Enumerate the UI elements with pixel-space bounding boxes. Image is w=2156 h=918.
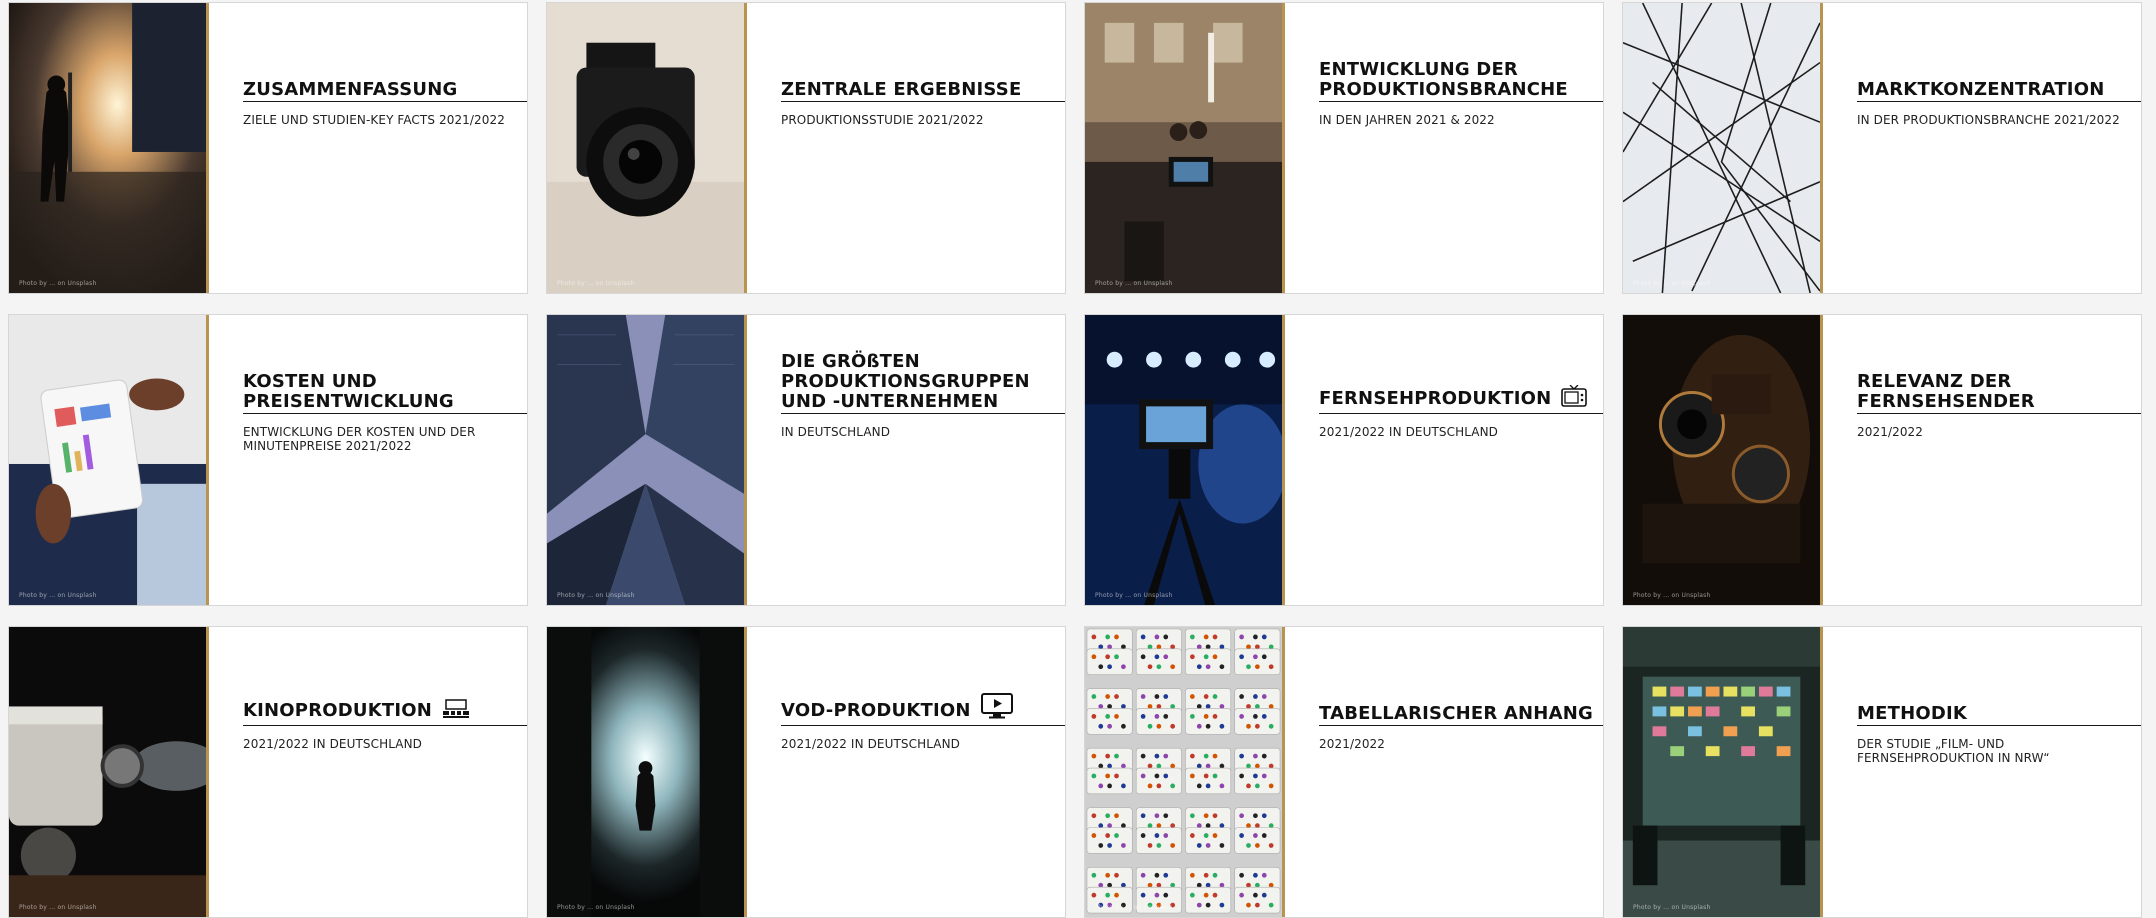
photo-credit: Photo by ... on Unsplash <box>1095 904 1173 911</box>
photo-credit: Photo by ... on Unsplash <box>557 904 635 911</box>
title-underline: ZUSAMMENFASSUNG <box>243 80 527 102</box>
title-underline: KINOPRODUKTION <box>243 699 527 726</box>
card-subtitle: PRODUKTIONSSTUDIE 2021/2022 <box>781 113 984 127</box>
photo-film-set: Photo by ... on Unsplash <box>1085 3 1285 293</box>
card-tabellarischer-anhang[interactable]: Photo by ... on Unsplash TABELLARISCHER … <box>1084 626 1604 918</box>
title-underline: ZENTRALE ERGEBNISSE <box>781 80 1065 102</box>
title-underline: ENTWICKLUNG DER PRODUKTIONSBRANCHE <box>1319 60 1603 102</box>
photo-credit: Photo by ... on Unsplash <box>19 280 97 287</box>
card-text: METHODIK DER STUDIE „FILM- UND FERNSEHPR… <box>1857 627 2141 917</box>
photo-credit: Photo by ... on Unsplash <box>19 592 97 599</box>
card-relevanz[interactable]: Photo by ... on Unsplash RELEVANZ DER FE… <box>1622 314 2142 606</box>
card-subtitle: 2021/2022 <box>1319 737 1386 751</box>
card-text: FERNSEHPRODUKTION 2021/2022 IN DEUTSCHLA… <box>1319 315 1603 605</box>
photo-credit: Photo by ... on Unsplash <box>1633 904 1711 911</box>
card-text: KOSTEN UND PREISENTWICKLUNG ENTWICKLUNG … <box>243 315 527 605</box>
card-title: ENTWICKLUNG DER PRODUKTIONSBRANCHE <box>1319 59 1568 100</box>
card-fernsehproduktion[interactable]: Photo by ... on Unsplash FERNSEHPRODUKTI… <box>1084 314 1604 606</box>
card-kinoproduktion[interactable]: Photo by ... on Unsplash KINOPRODUKTION … <box>8 626 528 918</box>
card-vod-produktion[interactable]: Photo by ... on Unsplash VOD-PRODUKTION … <box>546 626 1066 918</box>
card-text: RELEVANZ DER FERNSEHSENDER 2021/2022 <box>1857 315 2141 605</box>
card-subtitle: IN DER PRODUKTIONSBRANCHE 2021/2022 <box>1857 113 2120 127</box>
card-text: DIE GRÖßTEN PRODUKTIONSGRUPPEN UND -UNTE… <box>781 315 1065 605</box>
card-title: TABELLARISCHER ANHANG <box>1319 703 1593 724</box>
card-title: KINOPRODUKTION <box>243 700 433 721</box>
photo-credit: Photo by ... on Unsplash <box>19 904 97 911</box>
card-zusammenfassung[interactable]: Photo by ... on Unsplash ZUSAMMENFASSUNG… <box>8 2 528 294</box>
card-text: MARKTKONZENTRATION IN DER PRODUKTIONSBRA… <box>1857 3 2141 293</box>
card-title: VOD-PRODUKTION <box>781 700 971 721</box>
photo-tv-camera-stage: Photo by ... on Unsplash <box>1085 315 1285 605</box>
title-underline: KOSTEN UND PREISENTWICKLUNG <box>243 372 527 414</box>
card-groessten-gruppen[interactable]: Photo by ... on Unsplash DIE GRÖßTEN PRO… <box>546 314 1066 606</box>
title-underline: VOD-PRODUKTION <box>781 693 1065 726</box>
card-subtitle: 2021/2022 IN DEUTSCHLAND <box>781 737 961 751</box>
card-title: FERNSEHPRODUKTION <box>1319 388 1552 409</box>
photo-dominoes: Photo by ... on Unsplash <box>1085 627 1285 917</box>
card-zentrale-ergebnisse[interactable]: Photo by ... on Unsplash ZENTRALE ERGEBN… <box>546 2 1066 294</box>
card-subtitle: IN DEN JAHREN 2021 & 2022 <box>1319 113 1495 127</box>
photo-credit: Photo by ... on Unsplash <box>1095 280 1173 287</box>
photo-film-projector: Photo by ... on Unsplash <box>9 627 209 917</box>
card-kosten[interactable]: Photo by ... on Unsplash KOSTEN UND PREI… <box>8 314 528 606</box>
card-title: RELEVANZ DER FERNSEHSENDER <box>1857 371 2035 412</box>
photo-tablet-charts: Photo by ... on Unsplash <box>9 315 209 605</box>
card-subtitle: DER STUDIE „FILM- UND FERNSEHPRODUKTION … <box>1857 737 2050 765</box>
title-underline: TABELLARISCHER ANHANG <box>1319 704 1603 726</box>
card-text: ZUSAMMENFASSUNG ZIELE UND STUDIEN-KEY FA… <box>243 3 527 293</box>
photo-office-board: Photo by ... on Unsplash <box>1623 627 1823 917</box>
card-subtitle: ENTWICKLUNG DER KOSTEN UND DER MINUTENPR… <box>243 425 476 453</box>
card-marktkonzentration[interactable]: Photo by ... on Unsplash MARKTKONZENTRAT… <box>1622 2 2142 294</box>
card-text: ENTWICKLUNG DER PRODUKTIONSBRANCHE IN DE… <box>1319 3 1603 293</box>
title-underline: MARKTKONZENTRATION <box>1857 80 2141 102</box>
title-underline: RELEVANZ DER FERNSEHSENDER <box>1857 372 2141 414</box>
card-subtitle: 2021/2022 <box>1857 425 1924 439</box>
title-underline: METHODIK <box>1857 704 2141 726</box>
card-text: ZENTRALE ERGEBNISSE PRODUKTIONSSTUDIE 20… <box>781 3 1065 293</box>
card-methodik[interactable]: Photo by ... on Unsplash METHODIK DER ST… <box>1622 626 2142 918</box>
tv-icon <box>1561 384 1588 412</box>
card-text: KINOPRODUKTION 2021/2022 IN DEUTSCHLAND <box>243 627 527 917</box>
card-entwicklung[interactable]: Photo by ... on Unsplash ENTWICKLUNG DER… <box>1084 2 1604 294</box>
cinema-icon <box>442 699 470 724</box>
card-title: ZENTRALE ERGEBNISSE <box>781 79 1022 100</box>
card-title: MARKTKONZENTRATION <box>1857 79 2105 100</box>
card-title: METHODIK <box>1857 703 1968 724</box>
card-subtitle: 2021/2022 IN DEUTSCHLAND <box>1319 425 1499 439</box>
photo-skyscrapers: Photo by ... on Unsplash <box>547 315 747 605</box>
card-title: DIE GRÖßTEN PRODUKTIONSGRUPPEN UND -UNTE… <box>781 351 1030 412</box>
photo-credit: Photo by ... on Unsplash <box>1633 280 1711 287</box>
card-title: KOSTEN UND PREISENTWICKLUNG <box>243 371 454 412</box>
card-text: TABELLARISCHER ANHANG 2021/2022 <box>1319 627 1603 917</box>
card-subtitle: ZIELE UND STUDIEN-KEY FACTS 2021/2022 <box>243 113 505 127</box>
card-title: ZUSAMMENFASSUNG <box>243 79 458 100</box>
photo-credit: Photo by ... on Unsplash <box>1095 592 1173 599</box>
monitor-play-icon <box>980 693 1013 724</box>
photo-credit: Photo by ... on Unsplash <box>1633 592 1711 599</box>
title-underline: FERNSEHPRODUKTION <box>1319 384 1603 414</box>
photo-line-network: Photo by ... on Unsplash <box>1623 3 1823 293</box>
card-subtitle: IN DEUTSCHLAND <box>781 425 891 439</box>
photo-camera-lens: Photo by ... on Unsplash <box>547 3 747 293</box>
card-text: VOD-PRODUKTION 2021/2022 IN DEUTSCHLAND <box>781 627 1065 917</box>
title-underline: DIE GRÖßTEN PRODUKTIONSGRUPPEN UND -UNTE… <box>781 352 1065 414</box>
photo-credit: Photo by ... on Unsplash <box>557 280 635 287</box>
photo-dark-corridor: Photo by ... on Unsplash <box>547 627 747 917</box>
card-subtitle: 2021/2022 IN DEUTSCHLAND <box>243 737 423 751</box>
photo-vintage-camera: Photo by ... on Unsplash <box>1623 315 1823 605</box>
photo-credit: Photo by ... on Unsplash <box>557 592 635 599</box>
photo-silhouette-sunset: Photo by ... on Unsplash <box>9 3 209 293</box>
